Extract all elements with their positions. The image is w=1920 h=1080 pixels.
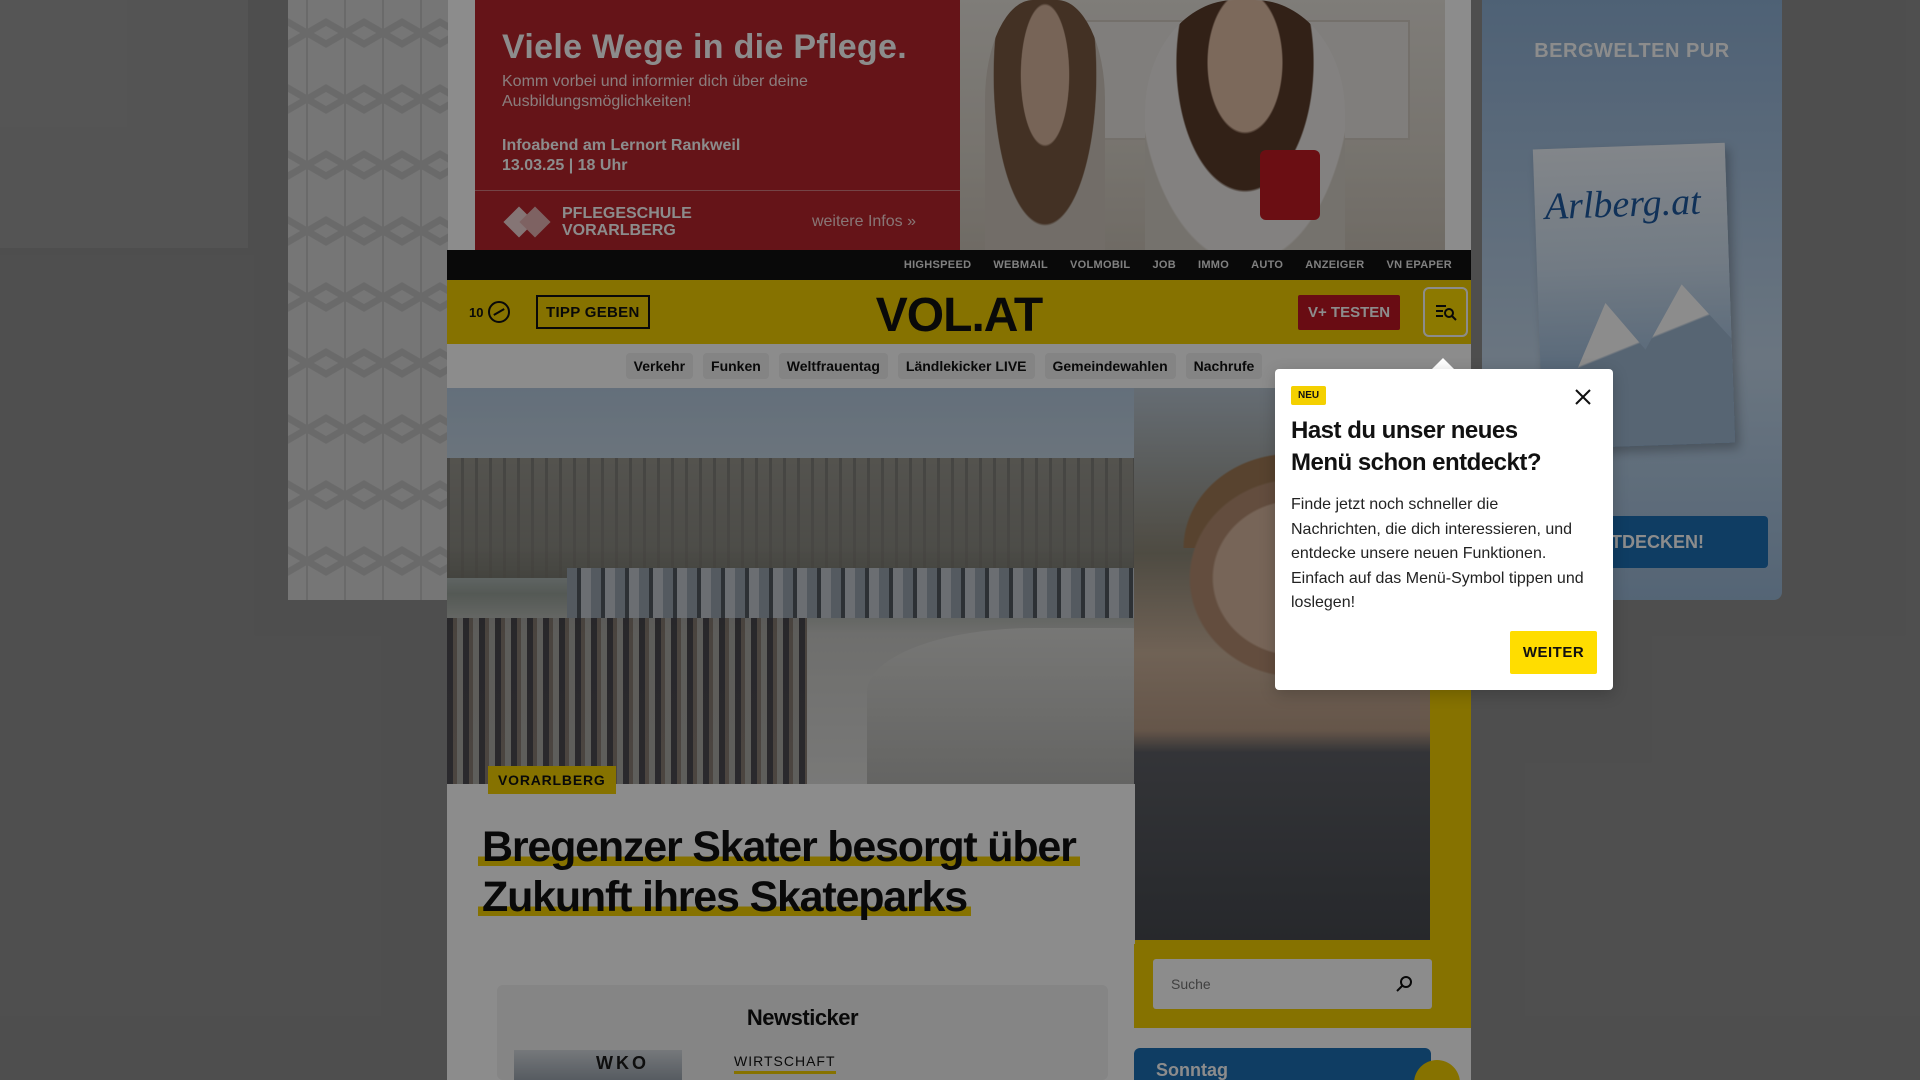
popup-pointer: [1432, 358, 1454, 369]
new-menu-popup: NEU Hast du unser neues Menü schon entde…: [1275, 369, 1613, 690]
weiter-button[interactable]: WEITER: [1510, 631, 1597, 674]
popup-body: Finde jetzt noch schneller die Nachricht…: [1291, 496, 1584, 611]
new-badge: NEU: [1291, 386, 1327, 405]
popup-title: Hast du unser neues Menü schon entdeckt?: [1291, 417, 1542, 476]
close-icon[interactable]: [1573, 387, 1593, 407]
modal-backdrop[interactable]: [0, 0, 1920, 1080]
